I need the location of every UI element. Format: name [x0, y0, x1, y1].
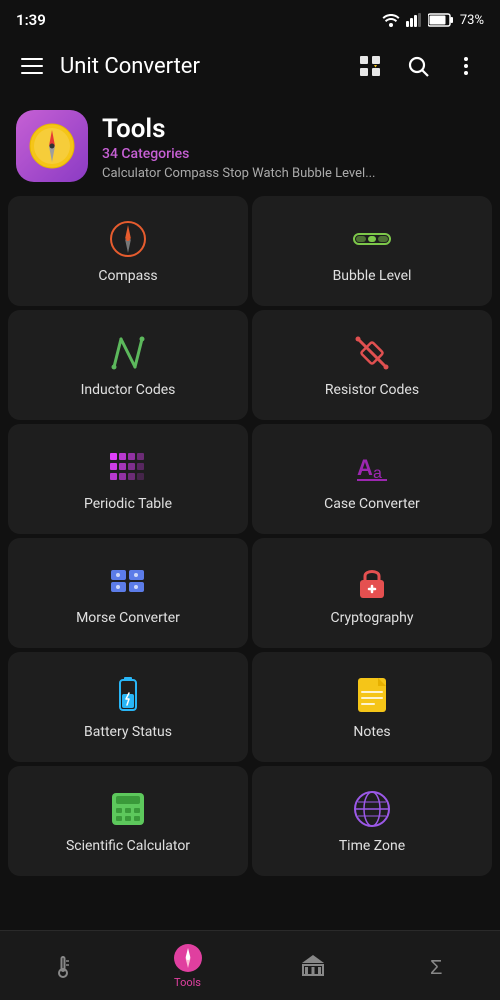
nav-tools-label: Tools — [174, 976, 201, 989]
time-zone-label: Time Zone — [339, 838, 405, 854]
compass-icon — [109, 220, 147, 258]
inductor-codes-item[interactable]: Inductor Codes — [8, 310, 248, 420]
search-icon — [406, 54, 430, 78]
periodic-table-label: Periodic Table — [84, 496, 172, 512]
periodic-table-item[interactable]: Periodic Table — [8, 424, 248, 534]
battery-status-item[interactable]: Battery Status — [8, 652, 248, 762]
cryptography-icon — [353, 562, 391, 600]
svg-text:A: A — [357, 455, 373, 480]
favorite-grid-icon — [358, 54, 382, 78]
hamburger-icon — [21, 58, 43, 74]
compass-header-icon — [28, 122, 76, 170]
bank-icon — [300, 953, 326, 979]
battery-icon — [428, 13, 454, 27]
notes-item[interactable]: Notes — [252, 652, 492, 762]
bubble-level-icon — [353, 220, 391, 258]
morse-converter-item[interactable]: Morse Converter — [8, 538, 248, 648]
inductor-icon — [109, 334, 147, 372]
case-converter-icon: A a — [353, 448, 391, 486]
app-bar: Unit Converter — [0, 36, 500, 96]
notes-label: Notes — [353, 724, 390, 740]
scientific-calculator-icon — [109, 790, 147, 828]
battery-percent: 73% — [460, 13, 484, 28]
header-title: Tools — [102, 114, 376, 144]
nav-sigma[interactable]: Σ — [375, 953, 500, 979]
status-time: 1:39 — [16, 11, 46, 29]
header-subtitle: 34 Categories — [102, 146, 376, 162]
morse-icon — [109, 562, 147, 600]
status-icons: 73% — [382, 13, 484, 28]
content-area: Compass Bubble Level Inductor Codes — [0, 196, 500, 930]
tools-nav-icon — [173, 943, 203, 973]
thermometer-icon — [50, 953, 76, 979]
more-vertical-icon — [454, 54, 478, 78]
battery-status-icon — [109, 676, 147, 714]
notes-icon — [353, 676, 391, 714]
bubble-level-label: Bubble Level — [333, 268, 412, 284]
bottom-nav: Tools Σ — [0, 930, 500, 1000]
nav-tools[interactable]: Tools — [125, 943, 250, 989]
nav-thermometer[interactable] — [0, 953, 125, 979]
resistor-codes-item[interactable]: Resistor Codes — [252, 310, 492, 420]
time-zone-icon — [353, 790, 391, 828]
wifi-icon — [382, 13, 400, 27]
case-converter-item[interactable]: A a Case Converter — [252, 424, 492, 534]
more-button[interactable] — [444, 44, 488, 88]
cryptography-item[interactable]: Cryptography — [252, 538, 492, 648]
app-title: Unit Converter — [60, 54, 348, 79]
sigma-icon: Σ — [425, 953, 451, 979]
nav-bank[interactable] — [250, 953, 375, 979]
tools-grid: Compass Bubble Level Inductor Codes — [0, 196, 500, 876]
header-description: Calculator Compass Stop Watch Bubble Lev… — [102, 166, 376, 181]
search-button[interactable] — [396, 44, 440, 88]
scientific-calculator-label: Scientific Calculator — [66, 838, 190, 854]
periodic-table-icon — [109, 448, 147, 486]
time-zone-item[interactable]: Time Zone — [252, 766, 492, 876]
compass-label: Compass — [98, 268, 157, 284]
cryptography-label: Cryptography — [330, 610, 413, 626]
morse-converter-label: Morse Converter — [76, 610, 180, 626]
compass-item[interactable]: Compass — [8, 196, 248, 306]
bubble-level-item[interactable]: Bubble Level — [252, 196, 492, 306]
favorite-grid-button[interactable] — [348, 44, 392, 88]
battery-status-label: Battery Status — [84, 724, 172, 740]
tools-icon-wrap — [16, 110, 88, 182]
app-bar-actions — [348, 44, 488, 88]
signal-icon — [406, 13, 422, 27]
header-card: Tools 34 Categories Calculator Compass S… — [0, 96, 500, 196]
resistor-codes-label: Resistor Codes — [325, 382, 419, 398]
resistor-icon — [353, 334, 391, 372]
scientific-calculator-item[interactable]: Scientific Calculator — [8, 766, 248, 876]
menu-button[interactable] — [12, 46, 52, 86]
header-info: Tools 34 Categories Calculator Compass S… — [102, 110, 376, 181]
inductor-codes-label: Inductor Codes — [81, 382, 176, 398]
case-converter-label: Case Converter — [324, 496, 420, 512]
status-bar: 1:39 73% — [0, 0, 500, 36]
svg-text:Σ: Σ — [430, 957, 442, 979]
